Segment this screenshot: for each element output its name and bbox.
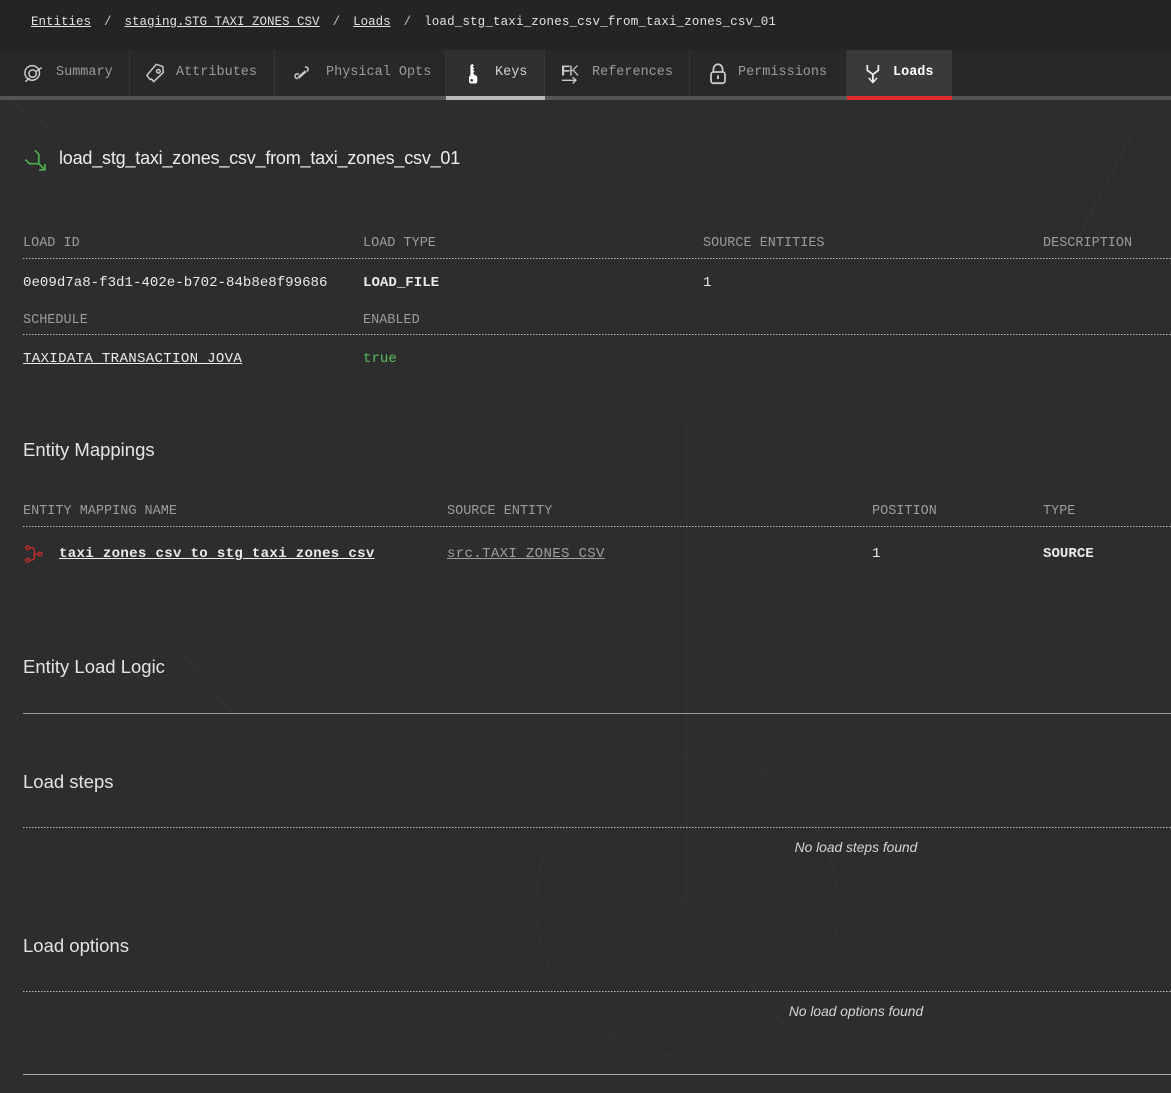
svg-text:K: K [569,63,579,80]
